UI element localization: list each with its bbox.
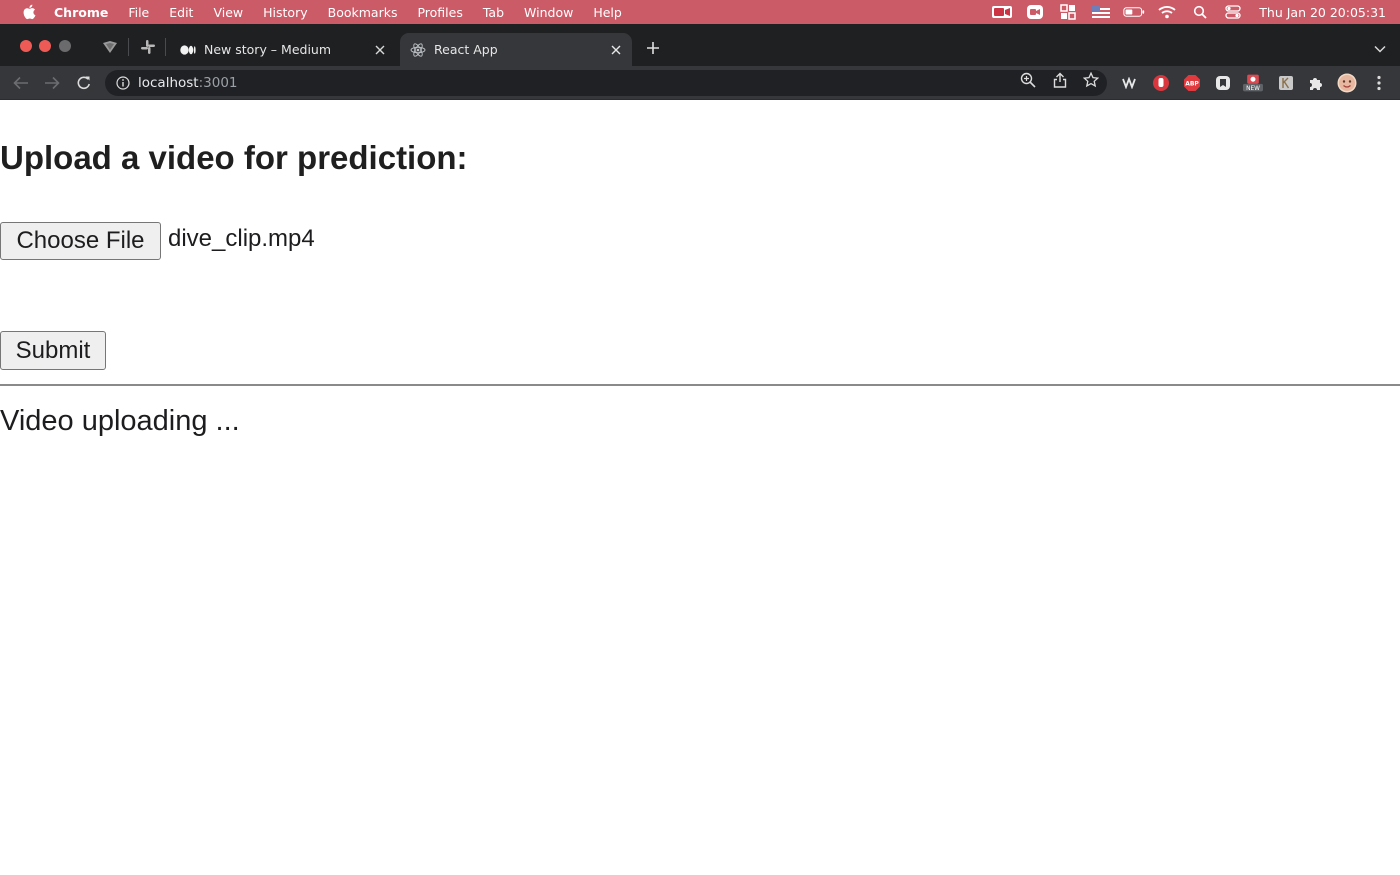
svg-text:ABP: ABP bbox=[1185, 81, 1199, 88]
tab-separator bbox=[165, 38, 166, 56]
battery-icon[interactable] bbox=[1123, 4, 1145, 20]
choose-file-button[interactable]: Choose File bbox=[0, 222, 161, 260]
menu-edit[interactable]: Edit bbox=[169, 5, 193, 20]
url-port: :3001 bbox=[198, 75, 238, 91]
bookmark-icon[interactable] bbox=[1213, 73, 1233, 93]
page-content: Upload a video for prediction: Choose Fi… bbox=[0, 101, 1400, 875]
chevron-down-icon[interactable] bbox=[1374, 40, 1388, 54]
menu-help[interactable]: Help bbox=[593, 5, 622, 20]
reload-button[interactable] bbox=[74, 73, 94, 93]
star-bookmark-icon[interactable] bbox=[1082, 71, 1100, 89]
window-close-button[interactable] bbox=[20, 40, 32, 52]
tab-react-app[interactable]: React App bbox=[400, 33, 632, 66]
control-center-icon[interactable] bbox=[1222, 4, 1244, 20]
zoom-icon[interactable] bbox=[1024, 4, 1046, 20]
new-tab-button[interactable] bbox=[643, 39, 663, 59]
menu-file[interactable]: File bbox=[128, 5, 149, 20]
horizontal-divider bbox=[0, 384, 1400, 386]
share-icon[interactable] bbox=[1051, 71, 1069, 89]
tab-title: New story – Medium bbox=[204, 42, 332, 57]
menu-history[interactable]: History bbox=[263, 5, 307, 20]
tab-close-button[interactable] bbox=[608, 42, 624, 58]
window-minimize-button[interactable] bbox=[39, 40, 51, 52]
spotlight-icon[interactable] bbox=[1189, 4, 1211, 20]
wifi-icon[interactable] bbox=[1156, 4, 1178, 20]
more-menu-icon[interactable] bbox=[1369, 73, 1389, 93]
address-bar[interactable]: localhost:3001 bbox=[105, 70, 1107, 96]
zoom-magnifier-icon[interactable] bbox=[1019, 71, 1037, 89]
site-info-icon[interactable] bbox=[115, 75, 131, 91]
forward-button[interactable] bbox=[42, 73, 62, 93]
medium-icon bbox=[180, 42, 196, 58]
new-badge-text: NEW bbox=[1246, 86, 1260, 92]
k-extension-icon[interactable] bbox=[1276, 73, 1296, 93]
menu-bookmarks[interactable]: Bookmarks bbox=[328, 5, 398, 20]
submit-button[interactable]: Submit bbox=[0, 331, 106, 370]
vpn-icon[interactable] bbox=[101, 38, 119, 56]
tab-title: React App bbox=[434, 42, 498, 57]
browser-tab-strip: New story – Medium React App bbox=[0, 24, 1400, 66]
flag-icon[interactable] bbox=[1090, 4, 1112, 20]
menubar-clock[interactable]: Thu Jan 20 20:05:31 bbox=[1259, 5, 1386, 20]
new-extension-icon[interactable]: NEW bbox=[1243, 73, 1263, 93]
puzzle-icon[interactable] bbox=[1306, 73, 1326, 93]
video-camera-icon[interactable] bbox=[991, 4, 1013, 20]
browser-toolbar: localhost:3001 ABP NEW bbox=[0, 66, 1400, 100]
slack-icon[interactable] bbox=[139, 38, 157, 56]
tab-medium[interactable]: New story – Medium bbox=[170, 33, 396, 66]
menu-tab[interactable]: Tab bbox=[483, 5, 504, 20]
macos-menu-bar: Chrome File Edit View History Bookmarks … bbox=[0, 0, 1400, 24]
selected-file-name: dive_clip.mp4 bbox=[168, 225, 315, 252]
window-layout-icon[interactable] bbox=[1057, 4, 1079, 20]
apple-icon[interactable] bbox=[20, 3, 38, 21]
menu-view[interactable]: View bbox=[213, 5, 243, 20]
menu-profiles[interactable]: Profiles bbox=[417, 5, 462, 20]
menu-window[interactable]: Window bbox=[524, 5, 573, 20]
menu-app-name[interactable]: Chrome bbox=[54, 5, 108, 20]
page-heading: Upload a video for prediction: bbox=[0, 139, 468, 176]
react-icon bbox=[410, 42, 426, 58]
stop-hand-icon[interactable] bbox=[1151, 73, 1171, 93]
tab-close-button[interactable] bbox=[372, 42, 388, 58]
url-host: localhost bbox=[138, 75, 199, 91]
adblock-icon[interactable]: ABP bbox=[1182, 73, 1202, 93]
profile-avatar[interactable] bbox=[1337, 73, 1357, 93]
wappalyzer-icon[interactable] bbox=[1120, 73, 1140, 93]
back-button[interactable] bbox=[11, 73, 31, 93]
window-zoom-button[interactable] bbox=[59, 40, 71, 52]
tab-separator bbox=[128, 38, 129, 56]
url-text[interactable]: localhost:3001 bbox=[138, 75, 238, 91]
upload-status-text: Video uploading ... bbox=[0, 405, 240, 437]
